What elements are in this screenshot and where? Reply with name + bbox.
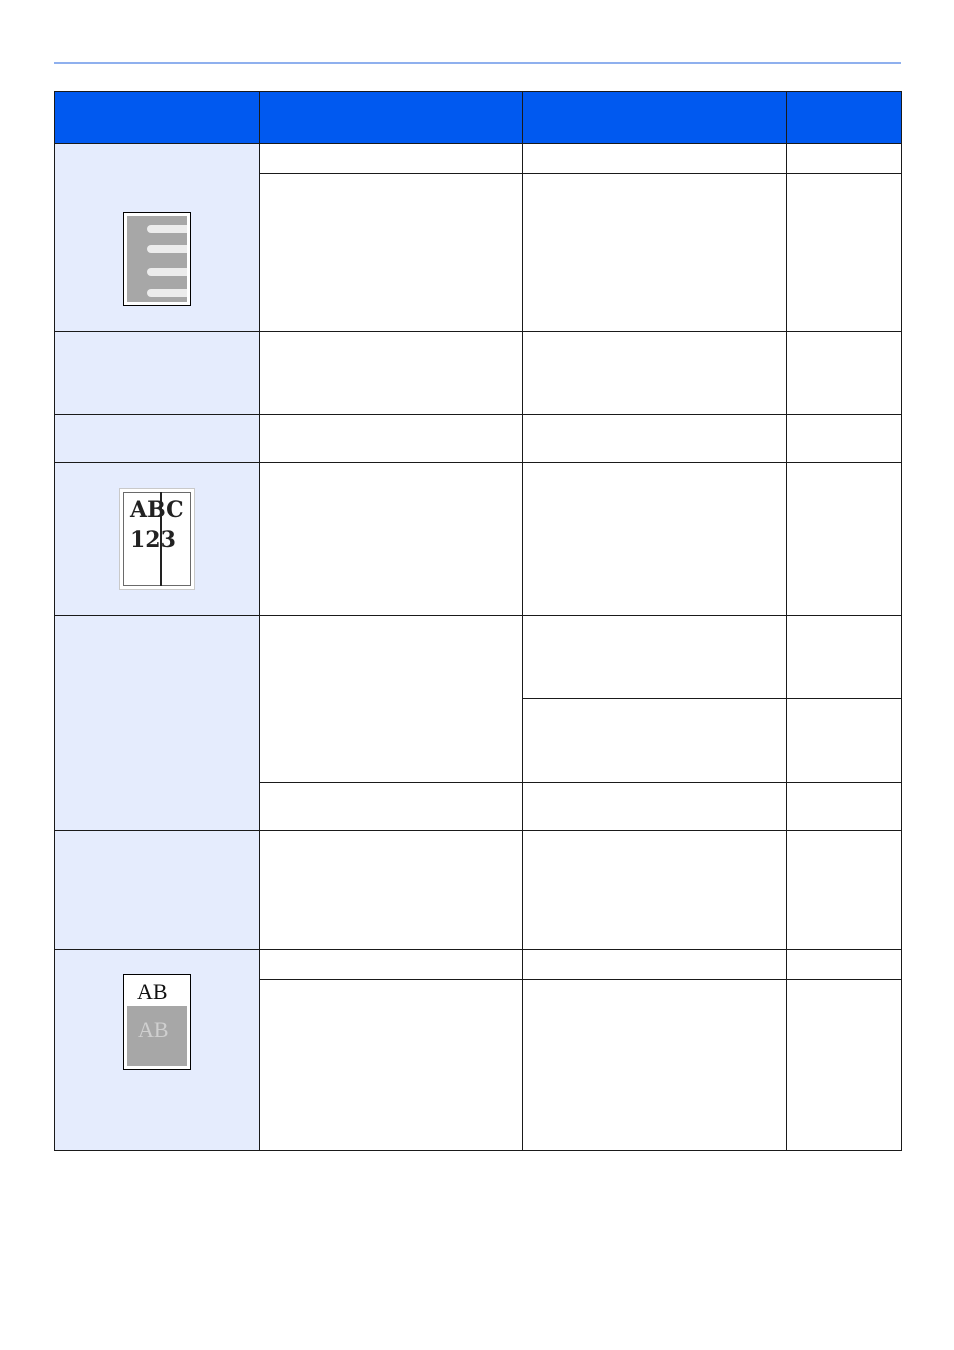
checkpoint-cell <box>259 949 523 980</box>
action-cell <box>522 782 787 831</box>
action-cell <box>522 830 787 950</box>
sample-text-line2: 123 <box>130 527 176 553</box>
text-line-thumbnail: ABC 123 <box>119 488 195 590</box>
action-cell <box>522 949 787 980</box>
symptom-cell <box>54 331 260 415</box>
reference-cell <box>786 462 902 616</box>
action-cell <box>522 979 787 1151</box>
reference-cell <box>786 143 902 174</box>
table-row <box>54 414 902 463</box>
checkpoint-cell <box>259 331 523 415</box>
reference-cell <box>786 331 902 415</box>
checkpoint-cell <box>259 462 523 616</box>
header-row <box>54 91 902 144</box>
action-cell <box>522 698 787 783</box>
symptom-cell <box>54 143 260 332</box>
header-symptom <box>54 91 260 144</box>
reference-cell <box>786 949 902 980</box>
symptom-cell <box>54 830 260 950</box>
reference-cell <box>786 782 902 831</box>
checkpoint-cell <box>259 615 523 783</box>
symptom-cell <box>54 414 260 463</box>
action-cell <box>522 173 787 332</box>
header-checkpoints <box>259 91 523 144</box>
table-row: ABC 123 <box>54 462 902 616</box>
reference-cell <box>786 414 902 463</box>
table-row <box>54 830 902 950</box>
reference-cell <box>786 615 902 699</box>
action-cell <box>522 143 787 174</box>
troubleshooting-table: ABC 123 AB AB <box>54 91 902 1151</box>
vertical-line-mark <box>160 492 162 586</box>
reference-cell <box>786 830 902 950</box>
checkpoint-cell <box>259 173 523 332</box>
action-cell <box>522 331 787 415</box>
action-cell <box>522 615 787 699</box>
ghost-text-ab: AB <box>138 1017 169 1042</box>
checkpoint-cell <box>259 979 523 1151</box>
checkpoint-cell <box>259 143 523 174</box>
action-cell <box>522 414 787 463</box>
table-row: AB AB <box>54 949 902 1151</box>
symptom-cell <box>54 615 260 831</box>
top-rule <box>54 62 901 64</box>
checkpoint-cell <box>259 830 523 950</box>
symptom-cell: AB AB <box>54 949 260 1151</box>
checkpoint-cell <box>259 782 523 831</box>
action-cell <box>522 462 787 616</box>
reference-cell <box>786 698 902 783</box>
table-row <box>54 615 902 831</box>
ghost-image-thumbnail: AB AB <box>123 974 191 1070</box>
streak-thumbnail <box>123 211 191 306</box>
reference-cell <box>786 173 902 332</box>
symptom-cell: ABC 123 <box>54 462 260 616</box>
table-row <box>54 143 902 332</box>
header-reference-page <box>786 91 902 144</box>
checkpoint-cell <box>259 414 523 463</box>
sample-text-line1: ABC <box>130 497 184 523</box>
sample-text-ab: AB <box>137 979 168 1004</box>
reference-cell <box>786 979 902 1151</box>
table-row <box>54 331 902 415</box>
header-corrective-actions <box>522 91 787 144</box>
